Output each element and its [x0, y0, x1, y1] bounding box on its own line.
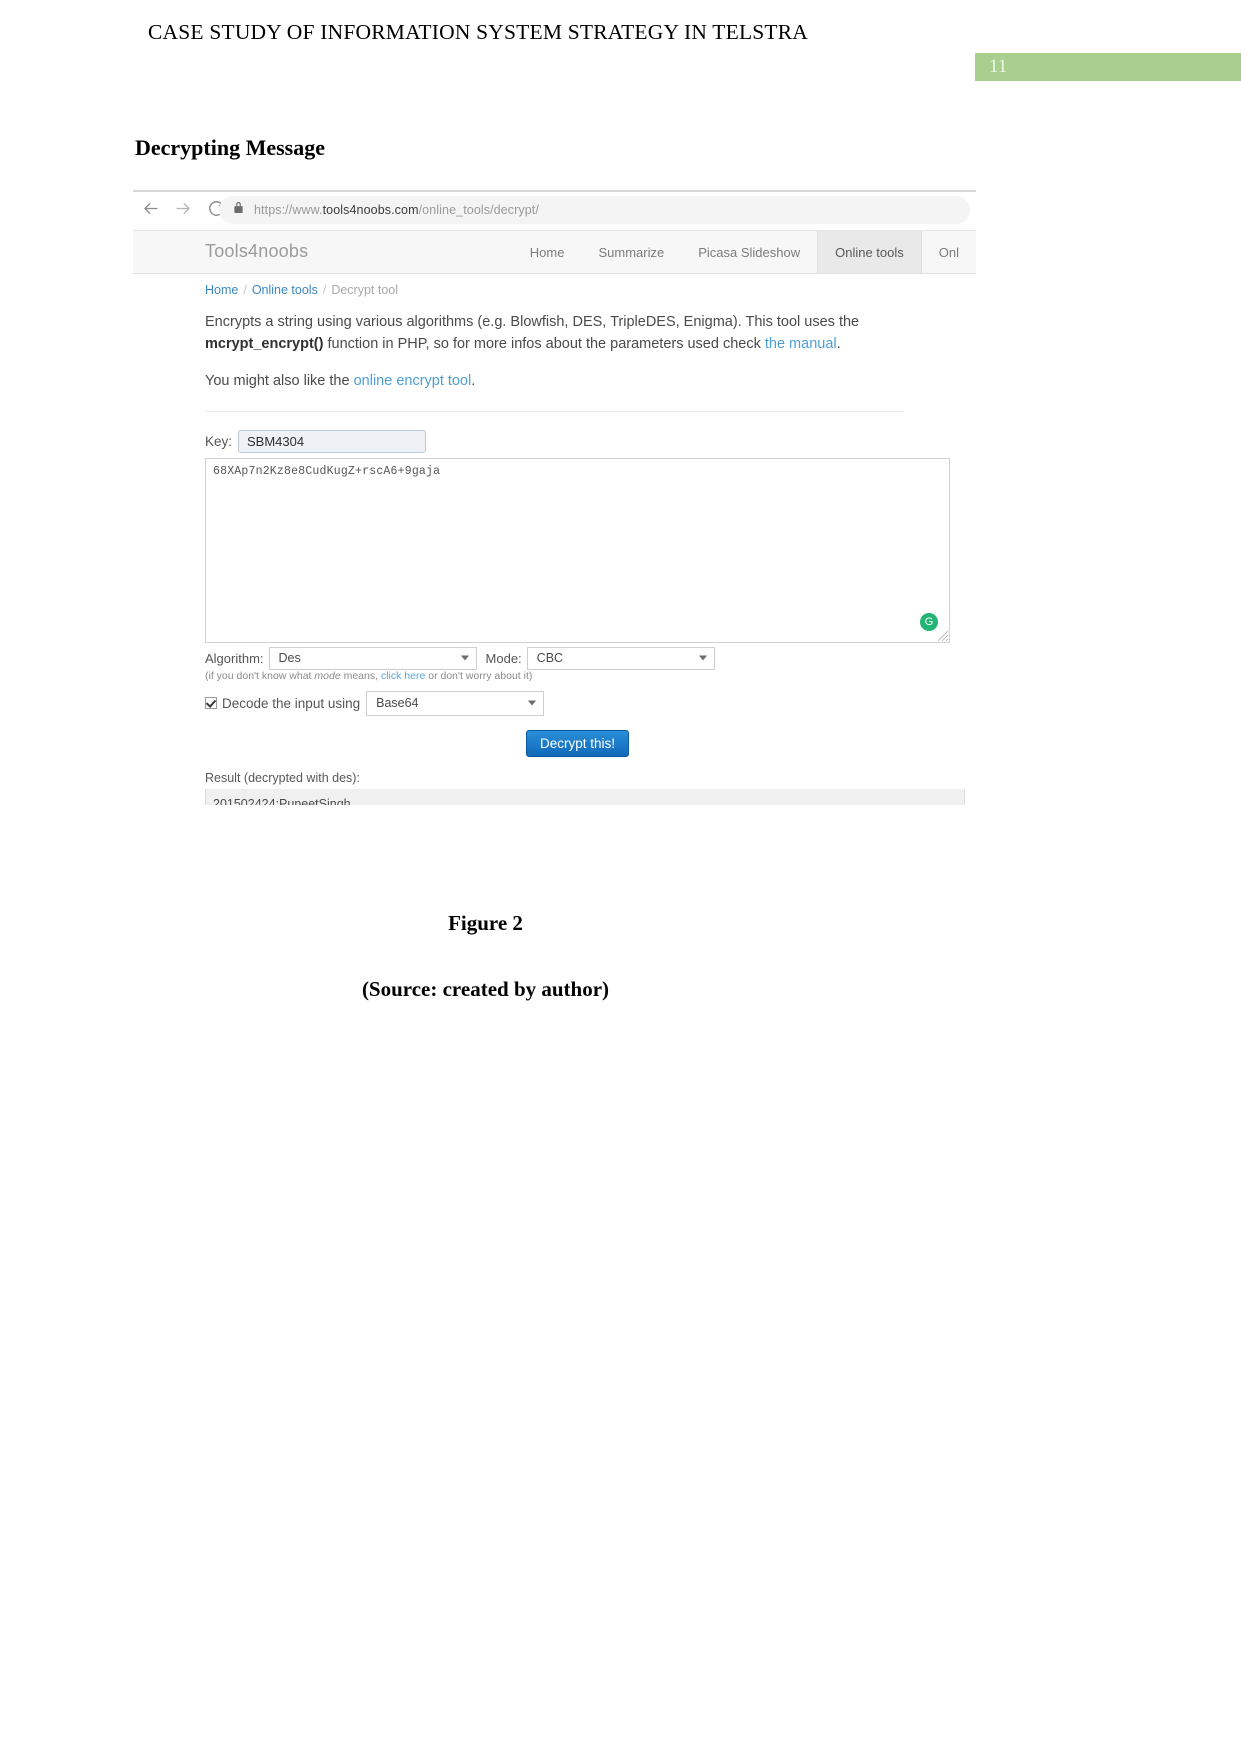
- breadcrumb: Home / Online tools / Decrypt tool: [205, 274, 904, 297]
- encoding-select-value: Base64: [376, 696, 419, 711]
- site-nav-links: Home Summarize Picasa Slideshow Online t…: [513, 231, 976, 273]
- decrypt-form: Key: 68XAp7n2Kz8e8CudKugZ+rscA6+9gaja G …: [205, 412, 965, 805]
- mode-hint-prefix: (if you don't know what: [205, 669, 315, 682]
- document-header-title: CASE STUDY OF INFORMATION SYSTEM STRATEG…: [148, 20, 809, 44]
- breadcrumb-separator-1: /: [243, 283, 247, 297]
- site-navbar: Tools4noobs Home Summarize Picasa Slides…: [133, 230, 976, 274]
- description-part-1: Encrypts a string using various algorith…: [205, 314, 860, 330]
- mode-select-value: CBC: [536, 651, 564, 666]
- chevron-down-icon: [460, 655, 469, 661]
- grammarly-icon[interactable]: G: [920, 612, 938, 631]
- key-label: Key:: [205, 433, 233, 449]
- address-bar[interactable]: https://www.tools4noobs.com/online_tools…: [219, 196, 970, 224]
- source-caption: (Source: created by author): [361, 977, 610, 1001]
- decode-checkbox[interactable]: [205, 697, 217, 710]
- mode-hint-suffix: or don't worry about it): [425, 669, 533, 682]
- mode-hint-link[interactable]: click here: [381, 670, 425, 682]
- nav-item-home[interactable]: Home: [513, 231, 582, 273]
- description-part-3: .: [836, 336, 841, 353]
- decrypt-button[interactable]: Decrypt this!: [525, 729, 630, 757]
- address-bar-url: https://www.tools4noobs.com/online_tools…: [254, 203, 539, 217]
- browser-chrome: https://www.tools4noobs.com/online_tools…: [133, 190, 976, 230]
- also-like-text: You might also like the online encrypt t…: [205, 373, 904, 389]
- encoding-select[interactable]: Base64: [366, 690, 545, 716]
- chevron-down-icon: [528, 700, 537, 706]
- manual-link[interactable]: the manual: [765, 336, 837, 352]
- key-row: Key:: [205, 429, 904, 453]
- browser-nav-buttons: [141, 199, 226, 218]
- mode-hint-middle: means,: [340, 669, 381, 682]
- breadcrumb-separator-2: /: [322, 283, 327, 297]
- mode-label: Mode:: [485, 650, 522, 666]
- mode-select[interactable]: CBC: [526, 646, 715, 670]
- nav-item-online-truncated[interactable]: Onl: [922, 231, 976, 273]
- algorithm-mode-row: Algorithm: Des Mode: CBC (if you don't k…: [205, 646, 965, 682]
- lock-icon: [233, 201, 244, 219]
- breadcrumb-online-tools[interactable]: Online tools: [252, 283, 318, 297]
- breadcrumb-current: Decrypt tool: [331, 283, 399, 297]
- url-host: tools4noobs.com: [322, 203, 419, 217]
- decode-label: Decode the input using: [222, 695, 361, 711]
- site-brand: Tools4noobs: [205, 241, 309, 261]
- result-output: 201502424:PuneetSingh: [205, 788, 965, 805]
- mode-hint: (if you don't know what mode means, clic…: [205, 670, 532, 682]
- description-part-2: function in PHP, so for more infos about…: [323, 336, 765, 353]
- url-path: /online_tools/decrypt/: [418, 203, 539, 217]
- tool-description: Encrypts a string using various algorith…: [205, 311, 904, 356]
- mode-hint-italic: mode: [314, 669, 341, 682]
- browser-screenshot: https://www.tools4noobs.com/online_tools…: [133, 190, 976, 805]
- algorithm-label: Algorithm:: [205, 650, 264, 666]
- also-like-prefix: You might also like the: [205, 372, 354, 389]
- algorithm-select[interactable]: Des: [268, 646, 477, 670]
- also-like-suffix: .: [471, 372, 476, 389]
- figure-caption: Figure 2: [448, 911, 523, 935]
- nav-item-summarize[interactable]: Summarize: [581, 231, 681, 273]
- url-scheme: https://www.: [254, 203, 323, 217]
- site-page-body: Home / Online tools / Decrypt tool Encrypts …: [133, 274, 976, 805]
- submit-row: Decrypt this!: [205, 729, 950, 757]
- key-input[interactable]: [238, 429, 427, 453]
- nav-item-picasa-slideshow[interactable]: Picasa Slideshow: [681, 231, 817, 273]
- result-label: Result (decrypted with des):: [205, 770, 360, 785]
- cipher-textarea[interactable]: 68XAp7n2Kz8e8CudKugZ+rscA6+9gaja G: [205, 457, 950, 643]
- description-function-name: mcrypt_encrypt(): [205, 336, 324, 353]
- chevron-down-icon: [698, 655, 707, 661]
- cipher-textarea-value: 68XAp7n2Kz8e8CudKugZ+rscA6+9gaja: [213, 464, 441, 478]
- back-icon[interactable]: [141, 199, 160, 218]
- online-encrypt-tool-link[interactable]: online encrypt tool: [354, 373, 472, 389]
- nav-item-online-tools[interactable]: Online tools: [817, 231, 922, 273]
- page-number-badge: 11: [975, 53, 1241, 81]
- section-heading: Decrypting Message: [135, 135, 326, 160]
- breadcrumb-home[interactable]: Home: [205, 283, 238, 297]
- resize-handle-icon[interactable]: [938, 630, 948, 641]
- decode-row: Decode the input using Base64: [205, 690, 904, 716]
- algorithm-select-value: Des: [278, 651, 301, 666]
- forward-icon[interactable]: [174, 199, 193, 218]
- page-number: 11: [989, 56, 1008, 77]
